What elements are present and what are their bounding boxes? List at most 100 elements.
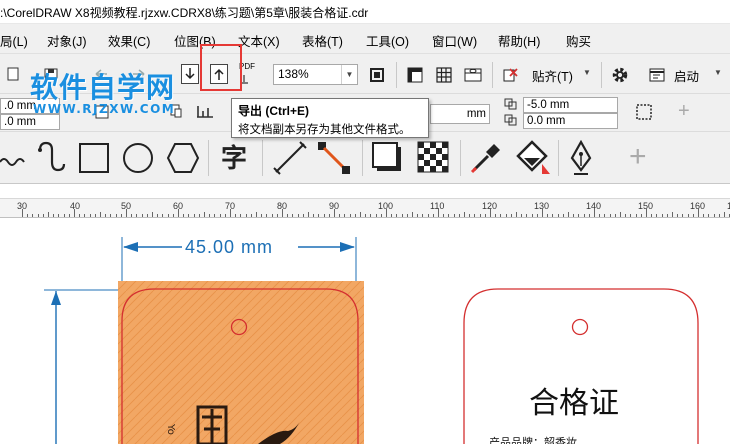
menu-window[interactable]: 窗口(W) [432, 31, 477, 50]
snap-dropdown-icon[interactable]: ▼ [583, 68, 591, 77]
add-tool-icon[interactable]: + [629, 142, 647, 172]
ruler-tick [136, 214, 138, 217]
ruler-tick [256, 212, 257, 217]
duplicate-y-offset-field[interactable]: 0.0 mm [523, 113, 618, 129]
toolbox-separator [362, 140, 363, 176]
ruler-tick [625, 214, 627, 217]
ruler-tick [188, 214, 190, 217]
ruler-tick [661, 214, 663, 217]
zoom-level-input[interactable]: 138% ▼ [273, 64, 358, 85]
dimension-tool-icon[interactable] [272, 140, 308, 179]
ruler-tick [27, 214, 29, 217]
tooltip-title: 导出 (Ctrl+E) [238, 104, 310, 118]
ruler-tick [365, 214, 367, 217]
launch-window-icon[interactable] [646, 64, 668, 86]
new-document-icon[interactable] [2, 63, 24, 85]
ruler-tick [313, 214, 315, 217]
show-grid-icon[interactable] [433, 64, 455, 86]
show-guidelines-icon[interactable] [462, 64, 484, 86]
menu-text[interactable]: 文本(X) [238, 31, 280, 50]
ruler-tick [583, 214, 585, 217]
ruler-tick [334, 209, 335, 217]
ruler-tick [562, 214, 564, 217]
add-icon[interactable]: + [678, 100, 690, 123]
ruler-tick [209, 214, 211, 217]
ruler-tick [100, 212, 101, 217]
ruler-tick [219, 214, 221, 217]
watermark-url: WWW.RJZXW.COM [33, 102, 176, 116]
ruler-tick [422, 214, 424, 217]
ruler-tick [354, 214, 356, 217]
ruler-tick [214, 214, 216, 217]
menu-object[interactable]: 对象(J) [47, 31, 87, 50]
launch-dropdown-icon[interactable]: ▼ [714, 68, 722, 77]
window-title: :\CorelDRAW X8视频教程.rjzxw.CDRX8\练习题\第5章\服… [0, 6, 369, 20]
show-rulers-icon[interactable] [404, 64, 426, 86]
ruler-tick [417, 214, 419, 217]
ruler-tick [609, 214, 611, 217]
drawing-canvas[interactable]: Yo [0, 219, 730, 444]
rectangle-tool-icon[interactable] [78, 142, 110, 177]
freehand-tool-icon[interactable] [0, 146, 26, 175]
ellipse-tool-icon[interactable] [122, 142, 154, 177]
select-frame-icon[interactable] [633, 101, 655, 123]
outline-pen-tool-icon[interactable] [566, 139, 596, 179]
ruler-tick [162, 214, 164, 217]
ruler-tick [68, 214, 70, 217]
canvas-drawing: Yo [44, 237, 699, 444]
toolbar-separator [601, 62, 602, 88]
ruler-tick [94, 214, 96, 217]
ruler-tick [349, 214, 351, 217]
ruler-tick [323, 214, 325, 217]
connector-tool-icon[interactable] [316, 140, 352, 179]
ruler-tick [32, 214, 34, 217]
ruler-tick [141, 214, 143, 217]
ruler-tick [547, 214, 549, 217]
import-icon[interactable] [181, 64, 199, 84]
eyedropper-tool-icon[interactable] [468, 140, 502, 179]
duplicate-x-offset-field[interactable]: -5.0 mm [523, 97, 618, 113]
ruler-tick [536, 214, 538, 217]
ruler-tick [594, 209, 595, 217]
drop-shadow-tool-icon[interactable] [370, 140, 404, 177]
ruler-tick [604, 214, 606, 217]
interactive-fill-tool-icon[interactable] [514, 138, 552, 179]
snap-off-icon[interactable] [499, 64, 521, 86]
snap-to-dropdown[interactable]: 贴齐(T) [532, 66, 573, 85]
dimension-label: 45.00 mm [185, 237, 274, 257]
ruler-tick [178, 209, 179, 217]
object-size-field[interactable]: mm [430, 104, 490, 124]
menu-help[interactable]: 帮助(H) [498, 31, 540, 50]
ruler-tick [79, 214, 81, 217]
full-screen-icon[interactable] [366, 64, 388, 86]
ruler-tick [687, 214, 689, 217]
launch-dropdown[interactable]: 启动 [674, 66, 699, 85]
menu-tools[interactable]: 工具(O) [366, 31, 409, 50]
text-tool-icon[interactable]: 字 [218, 140, 252, 177]
y-position-field[interactable]: .0 mm [0, 114, 60, 130]
options-gear-icon[interactable] [609, 64, 631, 86]
ruler-tick [692, 214, 694, 217]
ruler-tick [490, 209, 491, 217]
ruler-tick [516, 212, 517, 217]
duplicate-x-icon [502, 96, 520, 112]
polygon-tool-icon[interactable] [166, 142, 200, 177]
transparency-tool-icon[interactable] [416, 140, 450, 177]
ruler-tick [635, 214, 637, 217]
ruler-tick [469, 214, 471, 217]
menu-table[interactable]: 表格(T) [302, 31, 343, 50]
zoom-dropdown-icon[interactable]: ▼ [341, 65, 357, 84]
ruler-tick [531, 214, 533, 217]
artistic-media-tool-icon[interactable] [32, 140, 66, 179]
ruler-tick [640, 214, 642, 217]
align-bars-icon[interactable] [194, 101, 216, 121]
ruler-tick [614, 214, 616, 217]
ruler-tick [406, 214, 408, 217]
horizontal-ruler[interactable]: 30 40 50 60 70 80 90 100 110 120 130 140… [0, 198, 730, 218]
ruler-tick [666, 214, 668, 217]
menu-effects[interactable]: 效果(C) [108, 31, 150, 50]
menu-buy[interactable]: 购买 [566, 31, 591, 50]
menu-layout[interactable]: 局(L) [0, 31, 28, 50]
ruler-tick [526, 214, 528, 217]
ruler-tick [292, 214, 294, 217]
